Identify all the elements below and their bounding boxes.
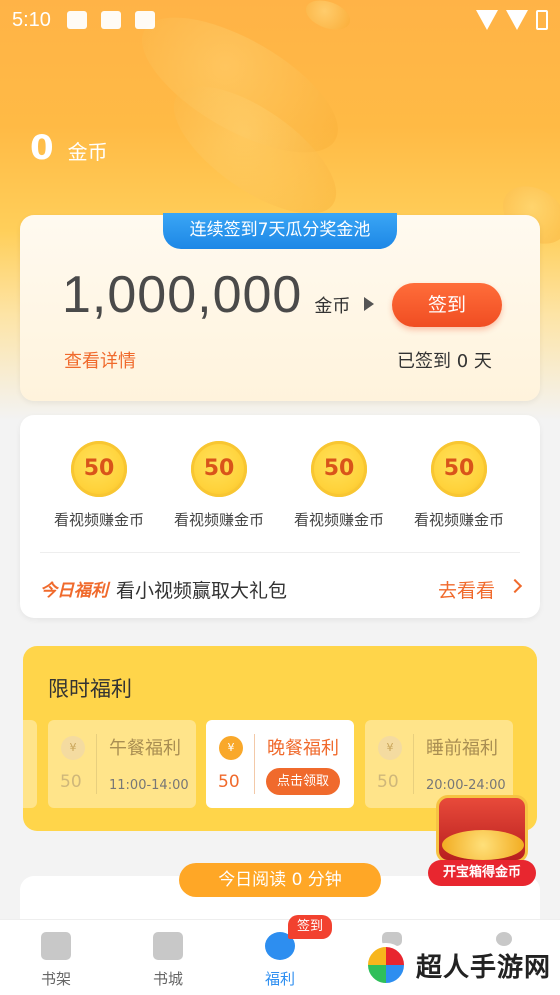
status-time: 5:10 [12, 8, 51, 31]
coin-icon: 50 [71, 441, 127, 497]
video-reward-item[interactable]: 50 看视频赚金币 [279, 441, 399, 530]
video-reward-label: 看视频赚金币 [413, 511, 504, 529]
play-arrow-icon [364, 297, 374, 311]
wifi-icon [476, 10, 498, 30]
tab-bookshelf[interactable]: 书架 [16, 932, 96, 989]
square-notification-icon [134, 11, 155, 29]
book-open-icon [153, 932, 183, 960]
welfare-slot-lunch[interactable]: ¥ 50 午餐福利 11:00-14:00 [48, 720, 196, 808]
coin-icon: 50 [311, 441, 367, 497]
coin-icon: 50 [191, 441, 247, 497]
tab-label: 福利 [264, 970, 295, 988]
chevron-right-icon[interactable] [507, 578, 523, 594]
coin-balance-unit: 金币 [67, 140, 108, 164]
status-bar: 5:10 [0, 0, 560, 40]
welfare-slot-previous [23, 720, 37, 808]
sign-in-banner: 连续签到7天瓜分奖金池 [163, 213, 397, 249]
treasure-chest-label: 开宝箱得金币 [428, 860, 536, 886]
coin-balance-value: 0 [30, 128, 54, 168]
watermark: 超人手游网 [364, 943, 551, 987]
coin-icon: ¥ [61, 736, 85, 760]
coin-icon: ¥ [378, 736, 402, 760]
reading-time-pill: 今日阅读 0 分钟 [179, 863, 381, 897]
slot-divider [254, 734, 255, 794]
sign-in-button[interactable]: 签到 [392, 283, 502, 327]
slot-name: 睡前福利 [426, 738, 498, 759]
gold-pile-icon [442, 830, 524, 860]
video-reward-label: 看视频赚金币 [173, 511, 264, 529]
bookshelf-icon [41, 932, 71, 960]
slot-amount: 50 [377, 772, 399, 792]
claim-button[interactable]: 点击领取 [266, 768, 340, 795]
slot-divider [413, 734, 414, 794]
video-reward-label: 看视频赚金币 [293, 511, 384, 529]
welfare-slot-dinner[interactable]: ¥ 50 晚餐福利 点击领取 [206, 720, 354, 808]
tab-label: 书架 [40, 970, 71, 988]
slot-name: 晚餐福利 [267, 738, 339, 759]
sign-in-card: 连续签到7天瓜分奖金池 1,000,000 金币 签到 查看详情 已签到 0 天 [20, 213, 540, 401]
coin-icon: 50 [431, 441, 487, 497]
coin-balance: 0 金币 [30, 128, 108, 168]
prize-pool-amount: 1,000,000 [62, 266, 303, 324]
watermark-text: 超人手游网 [416, 952, 552, 983]
slot-amount: 50 [60, 772, 82, 792]
watermark-logo-icon [364, 943, 408, 987]
prize-pool-unit: 金币 [314, 296, 351, 317]
video-reward-item[interactable]: 50 看视频赚金币 [159, 441, 279, 530]
today-welfare-desc: 看小视频赢取大礼包 [116, 580, 288, 602]
view-details-link[interactable]: 查看详情 [64, 347, 136, 373]
tab-label: 书城 [152, 970, 183, 988]
tab-welfare[interactable]: 福利 [240, 932, 320, 989]
photo-notification-icon [66, 11, 87, 29]
treasure-chest-button[interactable]: 开宝箱得金币 [428, 790, 540, 890]
prize-pool: 1,000,000 金币 [62, 265, 350, 325]
battery-icon [536, 10, 548, 30]
slot-time: 11:00-14:00 [109, 778, 189, 793]
video-rewards-card: 50 看视频赚金币 50 看视频赚金币 50 看视频赚金币 50 看视频赚金币 … [20, 415, 540, 618]
video-reward-item[interactable]: 50 看视频赚金币 [39, 441, 159, 530]
divider [40, 552, 520, 553]
signal-icon [506, 10, 528, 30]
go-watch-link[interactable]: 去看看 [438, 576, 495, 603]
slot-divider [96, 734, 97, 794]
slot-amount: 50 [218, 772, 240, 792]
slot-name: 午餐福利 [109, 738, 181, 759]
sign-in-badge: 签到 [288, 915, 332, 939]
signed-days: 已签到 0 天 [397, 351, 492, 372]
video-reward-item[interactable]: 50 看视频赚金币 [399, 441, 519, 530]
video-reward-label: 看视频赚金币 [53, 511, 144, 529]
app-notification-icon [100, 11, 121, 29]
today-welfare-tag: 今日福利 [40, 581, 108, 601]
limited-welfare-title: 限时福利 [48, 677, 132, 701]
coin-icon: ¥ [219, 736, 243, 760]
tab-bookstore[interactable]: 书城 [128, 932, 208, 989]
